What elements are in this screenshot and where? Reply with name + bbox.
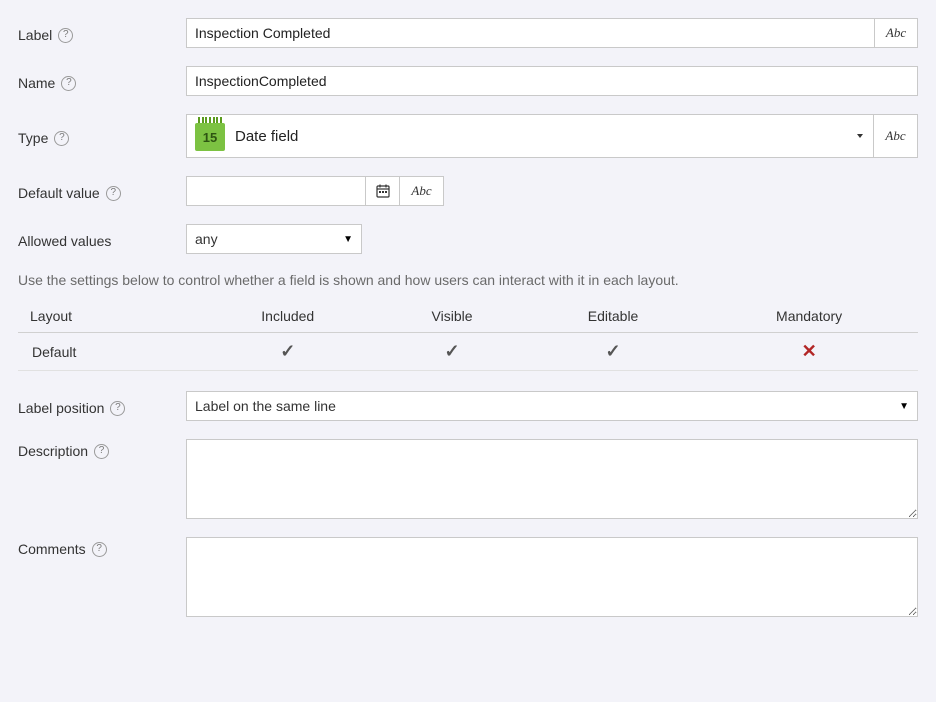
layout-table: Layout Included Visible Editable Mandato…	[18, 300, 918, 371]
mandatory-cell[interactable]: ✕	[700, 333, 918, 371]
label-field-label: Label	[18, 27, 52, 43]
layout-name-cell: Default	[18, 333, 197, 371]
allowed-values-value: any	[195, 231, 218, 247]
editable-cell[interactable]: ✓	[526, 333, 700, 371]
comments-field-label: Comments	[18, 541, 86, 557]
name-input[interactable]	[186, 66, 918, 96]
help-icon[interactable]: ?	[58, 28, 73, 43]
chevron-down-icon	[857, 134, 863, 138]
help-icon[interactable]: ?	[92, 542, 107, 557]
included-cell[interactable]: ✓	[197, 333, 378, 371]
type-dropdown-caret[interactable]	[846, 114, 874, 158]
th-editable: Editable	[526, 300, 700, 333]
default-value-input[interactable]	[186, 176, 366, 206]
allowed-values-field-label: Allowed values	[18, 233, 111, 249]
description-textarea[interactable]	[186, 439, 918, 519]
date-picker-button[interactable]	[366, 176, 400, 206]
description-field-label: Description	[18, 443, 88, 459]
help-icon[interactable]: ?	[54, 131, 69, 146]
label-position-value: Label on the same line	[195, 398, 336, 414]
th-mandatory: Mandatory	[700, 300, 918, 333]
cross-icon: ✕	[802, 341, 817, 361]
type-field-label: Type	[18, 130, 48, 146]
abc-button[interactable]: Abc	[874, 18, 918, 48]
type-dropdown[interactable]: 15 Date field	[186, 114, 846, 158]
calendar-icon	[376, 184, 390, 198]
layout-hint-text: Use the settings below to control whethe…	[18, 272, 918, 288]
comments-textarea[interactable]	[186, 537, 918, 617]
help-icon[interactable]: ?	[106, 186, 121, 201]
th-layout: Layout	[18, 300, 197, 333]
abc-button[interactable]: Abc	[400, 176, 444, 206]
chevron-down-icon: ▼	[899, 401, 909, 412]
th-visible: Visible	[378, 300, 526, 333]
allowed-values-select[interactable]: any ▼	[186, 224, 362, 254]
check-icon: ✓	[444, 341, 459, 361]
table-row: Default ✓ ✓ ✓ ✕	[18, 333, 918, 371]
label-input[interactable]	[186, 18, 874, 48]
th-included: Included	[197, 300, 378, 333]
chevron-down-icon: ▼	[343, 234, 353, 245]
abc-button[interactable]: Abc	[874, 114, 918, 158]
help-icon[interactable]: ?	[94, 444, 109, 459]
label-position-select[interactable]: Label on the same line ▼	[186, 391, 918, 421]
name-field-label: Name	[18, 75, 55, 91]
help-icon[interactable]: ?	[110, 401, 125, 416]
default-value-field-label: Default value	[18, 185, 100, 201]
check-icon: ✓	[280, 341, 295, 361]
visible-cell[interactable]: ✓	[378, 333, 526, 371]
calendar-date-icon: 15	[195, 121, 225, 151]
label-position-field-label: Label position	[18, 400, 104, 416]
type-value: Date field	[235, 128, 298, 145]
check-icon: ✓	[606, 341, 621, 361]
help-icon[interactable]: ?	[61, 76, 76, 91]
